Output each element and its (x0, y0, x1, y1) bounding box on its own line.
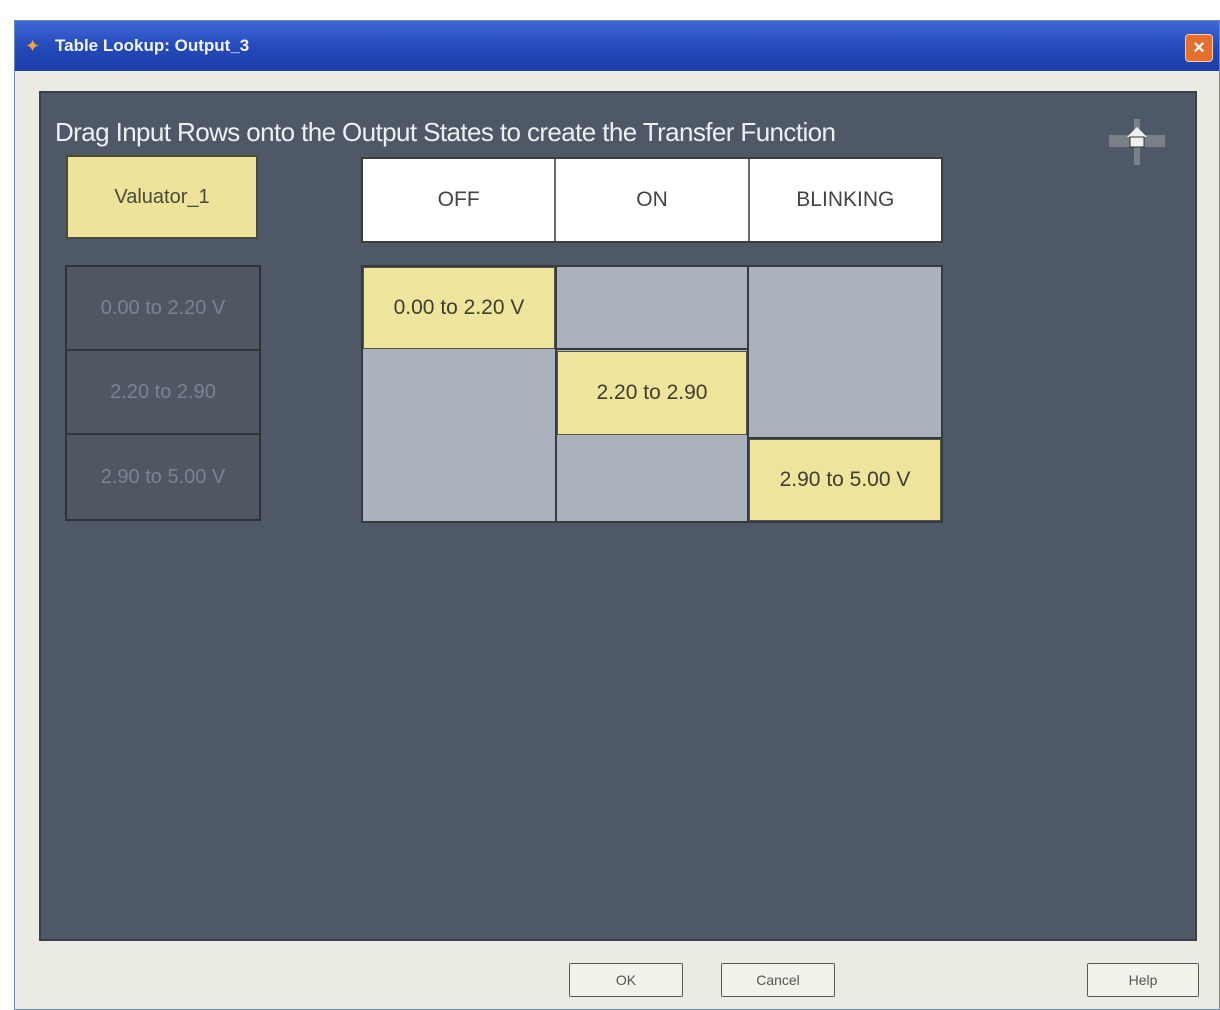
mapped-cell-blinking[interactable]: 2.90 to 5.00 V (749, 439, 941, 521)
window-title: Table Lookup: Output_3 (55, 36, 250, 55)
output-state-off[interactable]: OFF (363, 159, 557, 241)
app-icon: ✦ (25, 36, 41, 56)
grid-divider (555, 348, 747, 350)
transfer-function-canvas: Drag Input Rows onto the Output States t… (39, 91, 1197, 941)
output-states-header: OFF ON BLINKING (361, 157, 943, 243)
home-navigation-icon[interactable] (1109, 119, 1165, 165)
close-button[interactable]: × (1185, 34, 1213, 62)
instruction-text: Drag Input Rows onto the Output States t… (55, 117, 836, 147)
mapped-cell-on[interactable]: 2.20 to 2.90 (557, 351, 747, 435)
transfer-function-grid[interactable]: 0.00 to 2.20 V 2.20 to 2.90 2.90 to 5.00… (361, 265, 943, 523)
input-row-1[interactable]: 0.00 to 2.20 V (67, 267, 259, 351)
output-state-on[interactable]: ON (556, 159, 750, 241)
input-row-2[interactable]: 2.20 to 2.90 (67, 351, 259, 435)
title-bar[interactable]: ✦ Table Lookup: Output_3 × (15, 21, 1219, 71)
table-lookup-dialog: ✦ Table Lookup: Output_3 × Drag Input Ro… (14, 20, 1220, 1010)
mapped-cell-off[interactable]: 0.00 to 2.20 V (363, 267, 555, 349)
help-button[interactable]: Help (1087, 963, 1199, 997)
output-state-blinking[interactable]: BLINKING (750, 159, 941, 241)
input-rows-list: 0.00 to 2.20 V 2.20 to 2.90 2.90 to 5.00… (65, 265, 261, 521)
input-row-3[interactable]: 2.90 to 5.00 V (67, 435, 259, 519)
ok-button[interactable]: OK (569, 963, 683, 997)
cancel-button[interactable]: Cancel (721, 963, 835, 997)
input-valuator-header[interactable]: Valuator_1 (66, 155, 258, 239)
